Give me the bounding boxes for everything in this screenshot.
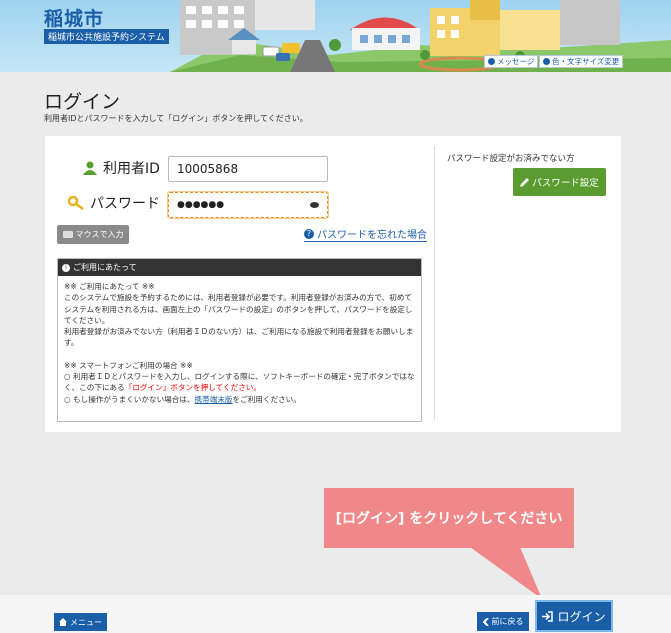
user-id-input[interactable]: 10005868 bbox=[168, 156, 328, 182]
callout-pointer bbox=[470, 547, 542, 599]
notice-highlight: 「ログイン」ボタンを押してください。 bbox=[124, 383, 261, 393]
password-setup-note: パスワード設定がお済みでない方 bbox=[447, 154, 575, 164]
menu-button-label: メニュー bbox=[70, 617, 102, 627]
mouse-input-button[interactable]: マウスで入力 bbox=[57, 225, 129, 244]
notice-line: 利用者登録がお済みでない方（利用者ＩＤのない方）は、ご利用になる施設で利用者登録… bbox=[64, 327, 414, 348]
user-id-value: 10005868 bbox=[177, 162, 239, 176]
eye-icon[interactable] bbox=[310, 202, 319, 208]
password-label-text: パスワード bbox=[90, 196, 160, 212]
info-icon: i bbox=[62, 263, 70, 272]
pencil-icon bbox=[543, 58, 550, 65]
notice-line: ※※ ご利用にあたって ※※ bbox=[64, 282, 155, 291]
page-title: ログイン bbox=[44, 91, 121, 113]
callout-text: [ログイン] をクリックしてください bbox=[335, 511, 563, 527]
color-size-link-label: 色・文字サイズ変更 bbox=[552, 57, 620, 66]
notice-line: ○ 利用者ＩＤとパスワードを入力し、ログインする際に、ソフトキーボードの確定・完… bbox=[64, 371, 415, 394]
user-id-label: 利用者ID bbox=[83, 158, 160, 178]
back-button-label: 前に戻る bbox=[491, 617, 524, 626]
notice-body: ※※ ご利用にあたって ※※ このシステムで施設を予約するためには、利用者登録が… bbox=[58, 276, 421, 410]
instruction-callout: [ログイン] をクリックしてください bbox=[324, 488, 574, 548]
page-description: 利用者IDとパスワードを入力して「ログイン」ボタンを押してください。 bbox=[44, 114, 308, 123]
site-title[interactable]: 稲城市 bbox=[44, 4, 104, 31]
back-button[interactable]: 前に戻る bbox=[477, 612, 529, 631]
sign-in-icon bbox=[542, 610, 554, 622]
message-link[interactable]: メッセージ bbox=[484, 55, 539, 68]
login-button-label: ログイン bbox=[557, 609, 606, 624]
login-button[interactable]: ログイン bbox=[537, 602, 611, 630]
speech-bubble-icon bbox=[488, 58, 495, 65]
notice-line: ○ もし操作がうまくいかない場合は、携帯端末版をご利用ください。 bbox=[64, 394, 415, 405]
notice-header-text: ご利用にあたって bbox=[73, 263, 137, 272]
user-id-label-text: 利用者ID bbox=[103, 161, 160, 177]
password-label: パスワード bbox=[68, 193, 160, 213]
password-setup-label: パスワード設定 bbox=[532, 178, 599, 189]
chevron-left-icon bbox=[482, 617, 489, 626]
mobile-version-link[interactable]: 携帯端末版 bbox=[195, 395, 233, 404]
password-value: ●●●●●● bbox=[177, 200, 225, 210]
key-icon bbox=[68, 196, 84, 210]
notice-text: ○ もし操作がうまくいかない場合は、 bbox=[64, 394, 195, 404]
keyboard-icon bbox=[62, 231, 73, 238]
user-icon bbox=[83, 161, 97, 175]
color-size-link[interactable]: 色・文字サイズ変更 bbox=[539, 55, 624, 68]
forgot-password-link[interactable]: ? パスワードを忘れた場合 bbox=[304, 226, 427, 242]
home-icon bbox=[59, 618, 67, 626]
message-link-label: メッセージ bbox=[497, 57, 535, 66]
notice-box: i ご利用にあたって ※※ ご利用にあたって ※※ このシステムで施設を予約する… bbox=[57, 258, 422, 422]
question-icon: ? bbox=[304, 228, 314, 239]
password-setup-button[interactable]: パスワード設定 bbox=[513, 168, 606, 196]
menu-button[interactable]: メニュー bbox=[54, 613, 107, 631]
site-header: 稲城市 稲城市公共施設予約システム メッセージ 色・文字サイズ変更 bbox=[0, 0, 671, 72]
pencil-icon bbox=[520, 177, 530, 187]
password-input[interactable]: ●●●●●● bbox=[167, 191, 329, 219]
panel-divider bbox=[434, 146, 435, 420]
notice-text: をご利用ください。 bbox=[232, 394, 301, 404]
mouse-input-label: マウスで入力 bbox=[75, 230, 124, 239]
site-subtitle: 稲城市公共施設予約システム bbox=[44, 29, 169, 44]
notice-line: ※※ スマートフォンご利用の場合 ※※ bbox=[64, 360, 193, 370]
notice-line: このシステムで施設を予約するためには、利用者登録が必要です。利用者登録がお済みの… bbox=[64, 293, 413, 325]
notice-header: i ご利用にあたって bbox=[58, 259, 421, 276]
forgot-password-label: パスワードを忘れた場合 bbox=[317, 230, 427, 241]
